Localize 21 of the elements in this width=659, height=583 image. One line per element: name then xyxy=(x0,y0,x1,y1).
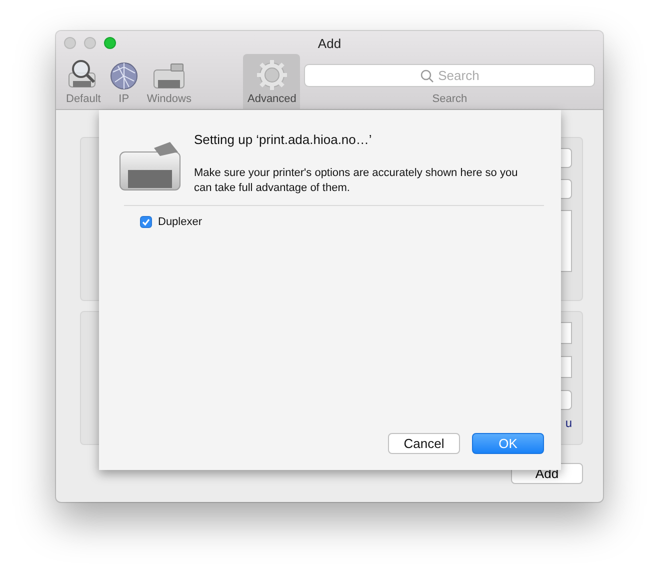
gear-icon xyxy=(256,59,288,91)
search-icon xyxy=(420,69,434,83)
dialog-title: Setting up ‘print.ada.hioa.no…’ xyxy=(194,132,373,147)
globe-icon xyxy=(108,61,139,91)
window-title: Add xyxy=(316,35,342,53)
minimize-button[interactable] xyxy=(84,37,96,49)
toolbar-button[interactable]: Windows xyxy=(142,54,196,109)
close-button[interactable] xyxy=(64,37,76,49)
checkbox[interactable] xyxy=(140,216,152,228)
search-label: Search xyxy=(432,93,468,105)
toolbar-button[interactable]: Default xyxy=(62,54,105,109)
printer-icon xyxy=(151,61,188,91)
dialog-message: Make sure your printer's options are accurately shown here so you can take full advantage of them. xyxy=(194,166,519,196)
toolbar-button[interactable]: IP xyxy=(104,54,143,109)
search-field[interactable]: Search xyxy=(304,64,595,87)
checkbox-label: Duplexer xyxy=(158,216,202,228)
ok-button[interactable]: OK xyxy=(472,433,544,454)
cancel-button[interactable]: Cancel xyxy=(388,433,460,454)
cut-text: u xyxy=(565,416,572,430)
zoom-button[interactable] xyxy=(104,37,116,49)
toolbar-button[interactable]: Advanced xyxy=(243,54,300,109)
